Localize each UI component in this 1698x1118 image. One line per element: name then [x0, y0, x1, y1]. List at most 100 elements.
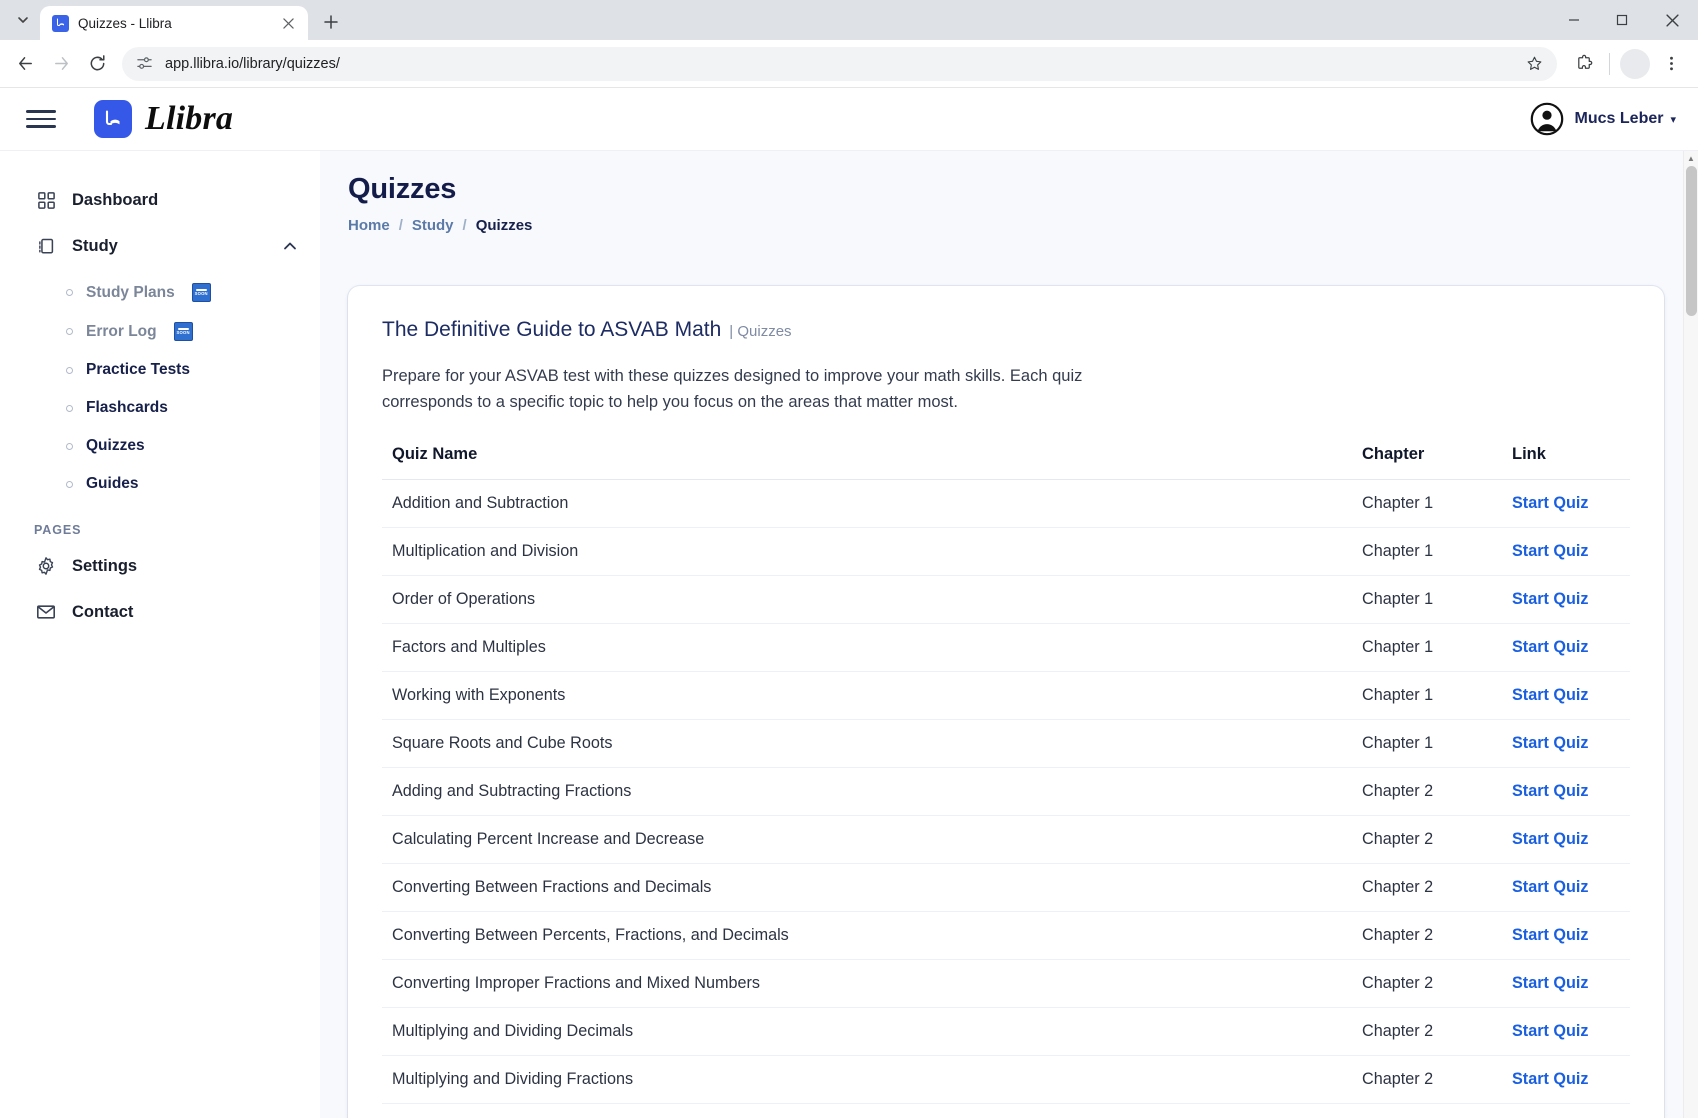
- table-row: Multiplication and Division Chapter 1 Star…: [382, 527, 1630, 577]
- hamburger-menu-icon[interactable]: [26, 104, 56, 134]
- sidebar-item-label: Dashboard: [72, 190, 159, 209]
- page-title: Quizzes: [348, 173, 457, 205]
- table-row: Multiplying and Dividing Fractions Chapte…: [382, 1055, 1630, 1105]
- extensions-icon[interactable]: [1567, 47, 1601, 81]
- sidebar-item-dashboard[interactable]: Dashboard: [0, 177, 320, 223]
- scrollbar-thumb[interactable]: [1686, 166, 1697, 316]
- chapter-cell: Chapter 1: [1352, 479, 1502, 529]
- link-cell: Start Quiz: [1502, 815, 1630, 865]
- minimize-icon[interactable]: [1550, 0, 1598, 40]
- page-scrollbar[interactable]: ▲: [1683, 151, 1698, 1118]
- sidebar-item-quizzes[interactable]: Quizzes: [0, 427, 320, 465]
- sidebar-item-settings[interactable]: Settings: [0, 543, 320, 589]
- start-quiz-link[interactable]: Start Quiz: [1512, 686, 1588, 704]
- start-quiz-link[interactable]: Start Quiz: [1512, 590, 1588, 608]
- sidebar-item-label: Quizzes: [86, 437, 145, 454]
- sidebar-item-study-plans[interactable]: Study Plans SOON: [0, 273, 320, 312]
- quiz-name-cell: Addition and Subtraction: [382, 479, 1352, 529]
- sidebar-item-flashcards[interactable]: Flashcards: [0, 389, 320, 427]
- chevron-up-icon[interactable]: [282, 238, 298, 254]
- star-icon[interactable]: [1526, 55, 1543, 72]
- tab-strip: Quizzes - Llibra: [0, 0, 1698, 40]
- sidebar-item-guides[interactable]: Guides: [0, 465, 320, 503]
- maximize-icon[interactable]: [1598, 0, 1646, 40]
- link-cell: Start Quiz: [1502, 1007, 1630, 1057]
- tune-settings-icon[interactable]: [136, 55, 153, 72]
- start-quiz-link[interactable]: Start Quiz: [1512, 782, 1588, 800]
- brand[interactable]: Llibra: [94, 100, 233, 138]
- llibra-book-icon: [52, 14, 69, 32]
- start-quiz-link[interactable]: Start Quiz: [1512, 542, 1588, 560]
- breadcrumb-home[interactable]: Home: [348, 217, 390, 234]
- table-row: Addition and Subtraction Chapter 1 Start Q…: [382, 479, 1630, 529]
- link-cell: Start Quiz: [1502, 911, 1630, 961]
- back-button[interactable]: [8, 47, 42, 81]
- start-quiz-link[interactable]: Start Quiz: [1512, 1070, 1588, 1088]
- quiz-name-cell: Multiplying and Dividing Decimals: [382, 1007, 1352, 1057]
- start-quiz-link[interactable]: Start Quiz: [1512, 830, 1588, 848]
- brand-name: Llibra: [145, 100, 234, 137]
- window-close-icon[interactable]: [1646, 0, 1698, 40]
- sidebar-section-label: PAGES: [34, 523, 82, 537]
- sidebar-item-error-log[interactable]: Error Log SOON: [0, 312, 320, 351]
- sidebar-item-label: Flashcards: [86, 399, 168, 416]
- link-cell: Start Quiz: [1502, 719, 1630, 769]
- link-cell: Start Quiz: [1502, 863, 1630, 913]
- table-row: Multiplying and Dividing Decimals Chapter…: [382, 1007, 1630, 1057]
- quizzes-table: Quiz Name Chapter Link Addition and Subt…: [382, 445, 1630, 1105]
- chapter-cell: Chapter 2: [1352, 815, 1502, 865]
- app-header: Llibra Mucs Leber ▾: [0, 88, 1698, 151]
- link-cell: Start Quiz: [1502, 527, 1630, 577]
- address-bar[interactable]: app.llibra.io/library/quizzes/: [122, 46, 1557, 81]
- user-menu[interactable]: Mucs Leber ▾: [1530, 102, 1676, 136]
- link-cell: Start Quiz: [1502, 671, 1630, 721]
- quiz-name-cell: Square Roots and Cube Roots: [382, 719, 1352, 769]
- new-tab-button[interactable]: [316, 7, 346, 37]
- tab-close-icon[interactable]: [278, 13, 298, 33]
- chapter-cell: Chapter 1: [1352, 575, 1502, 625]
- link-cell: Start Quiz: [1502, 767, 1630, 817]
- quiz-name-cell: Adding and Subtracting Fractions: [382, 767, 1352, 817]
- link-cell: Start Quiz: [1502, 959, 1630, 1009]
- sidebar-item-label: Study Plans: [86, 283, 175, 301]
- link-cell: Start Quiz: [1502, 1055, 1630, 1105]
- three-dots-vertical-icon[interactable]: [1654, 47, 1688, 81]
- chapter-cell: Chapter 2: [1352, 863, 1502, 913]
- sidebar-item-label: Practice Tests: [86, 361, 190, 378]
- sidebar-item-study[interactable]: Study: [0, 223, 320, 269]
- breadcrumb-study[interactable]: Study: [412, 217, 454, 234]
- scroll-up-arrow-icon[interactable]: ▲: [1684, 151, 1698, 166]
- table-row: Calculating Percent Increase and Decreas…: [382, 815, 1630, 865]
- column-header-quiz-name: Quiz Name: [382, 445, 1352, 481]
- caret-down-icon[interactable]: ▾: [1670, 113, 1676, 126]
- soon-badge-text: SOON: [176, 330, 190, 336]
- column-header-chapter: Chapter: [1352, 445, 1502, 481]
- browser-tab[interactable]: Quizzes - Llibra: [40, 6, 308, 40]
- start-quiz-link[interactable]: Start Quiz: [1512, 494, 1588, 512]
- quiz-name-cell: Order of Operations: [382, 575, 1352, 625]
- reload-button[interactable]: [80, 47, 114, 81]
- start-quiz-link[interactable]: Start Quiz: [1512, 638, 1588, 656]
- tab-search-chevron-icon[interactable]: [6, 5, 40, 35]
- table-row: Square Roots and Cube Roots Chapter 1 Star…: [382, 719, 1630, 769]
- start-quiz-link[interactable]: Start Quiz: [1512, 1022, 1588, 1040]
- sidebar-item-practice-tests[interactable]: Practice Tests: [0, 351, 320, 389]
- chapter-cell: Chapter 2: [1352, 1055, 1502, 1105]
- start-quiz-link[interactable]: Start Quiz: [1512, 878, 1588, 896]
- user-circle-icon: [1530, 102, 1564, 136]
- browser-toolbar: app.llibra.io/library/quizzes/: [0, 40, 1698, 88]
- quiz-name-cell: Calculating Percent Increase and Decreas…: [382, 815, 1352, 865]
- breadcrumb-separator: /: [462, 217, 467, 234]
- card-title: The Definitive Guide to ASVAB Math: [382, 318, 722, 341]
- card-description: Prepare for your ASVAB test with these q…: [382, 367, 1083, 412]
- bullet-icon: [66, 328, 73, 335]
- forward-button[interactable]: [44, 47, 78, 81]
- url-text[interactable]: app.llibra.io/library/quizzes/: [165, 56, 1514, 72]
- start-quiz-link[interactable]: Start Quiz: [1512, 926, 1588, 944]
- profile-avatar-icon[interactable]: [1620, 48, 1650, 79]
- start-quiz-link[interactable]: Start Quiz: [1512, 974, 1588, 992]
- sidebar-item-contact[interactable]: Contact: [0, 589, 320, 635]
- start-quiz-link[interactable]: Start Quiz: [1512, 734, 1588, 752]
- table-body: Addition and Subtraction Chapter 1 Start Q…: [382, 479, 1630, 1105]
- sidebar-item-label: Guides: [86, 475, 139, 492]
